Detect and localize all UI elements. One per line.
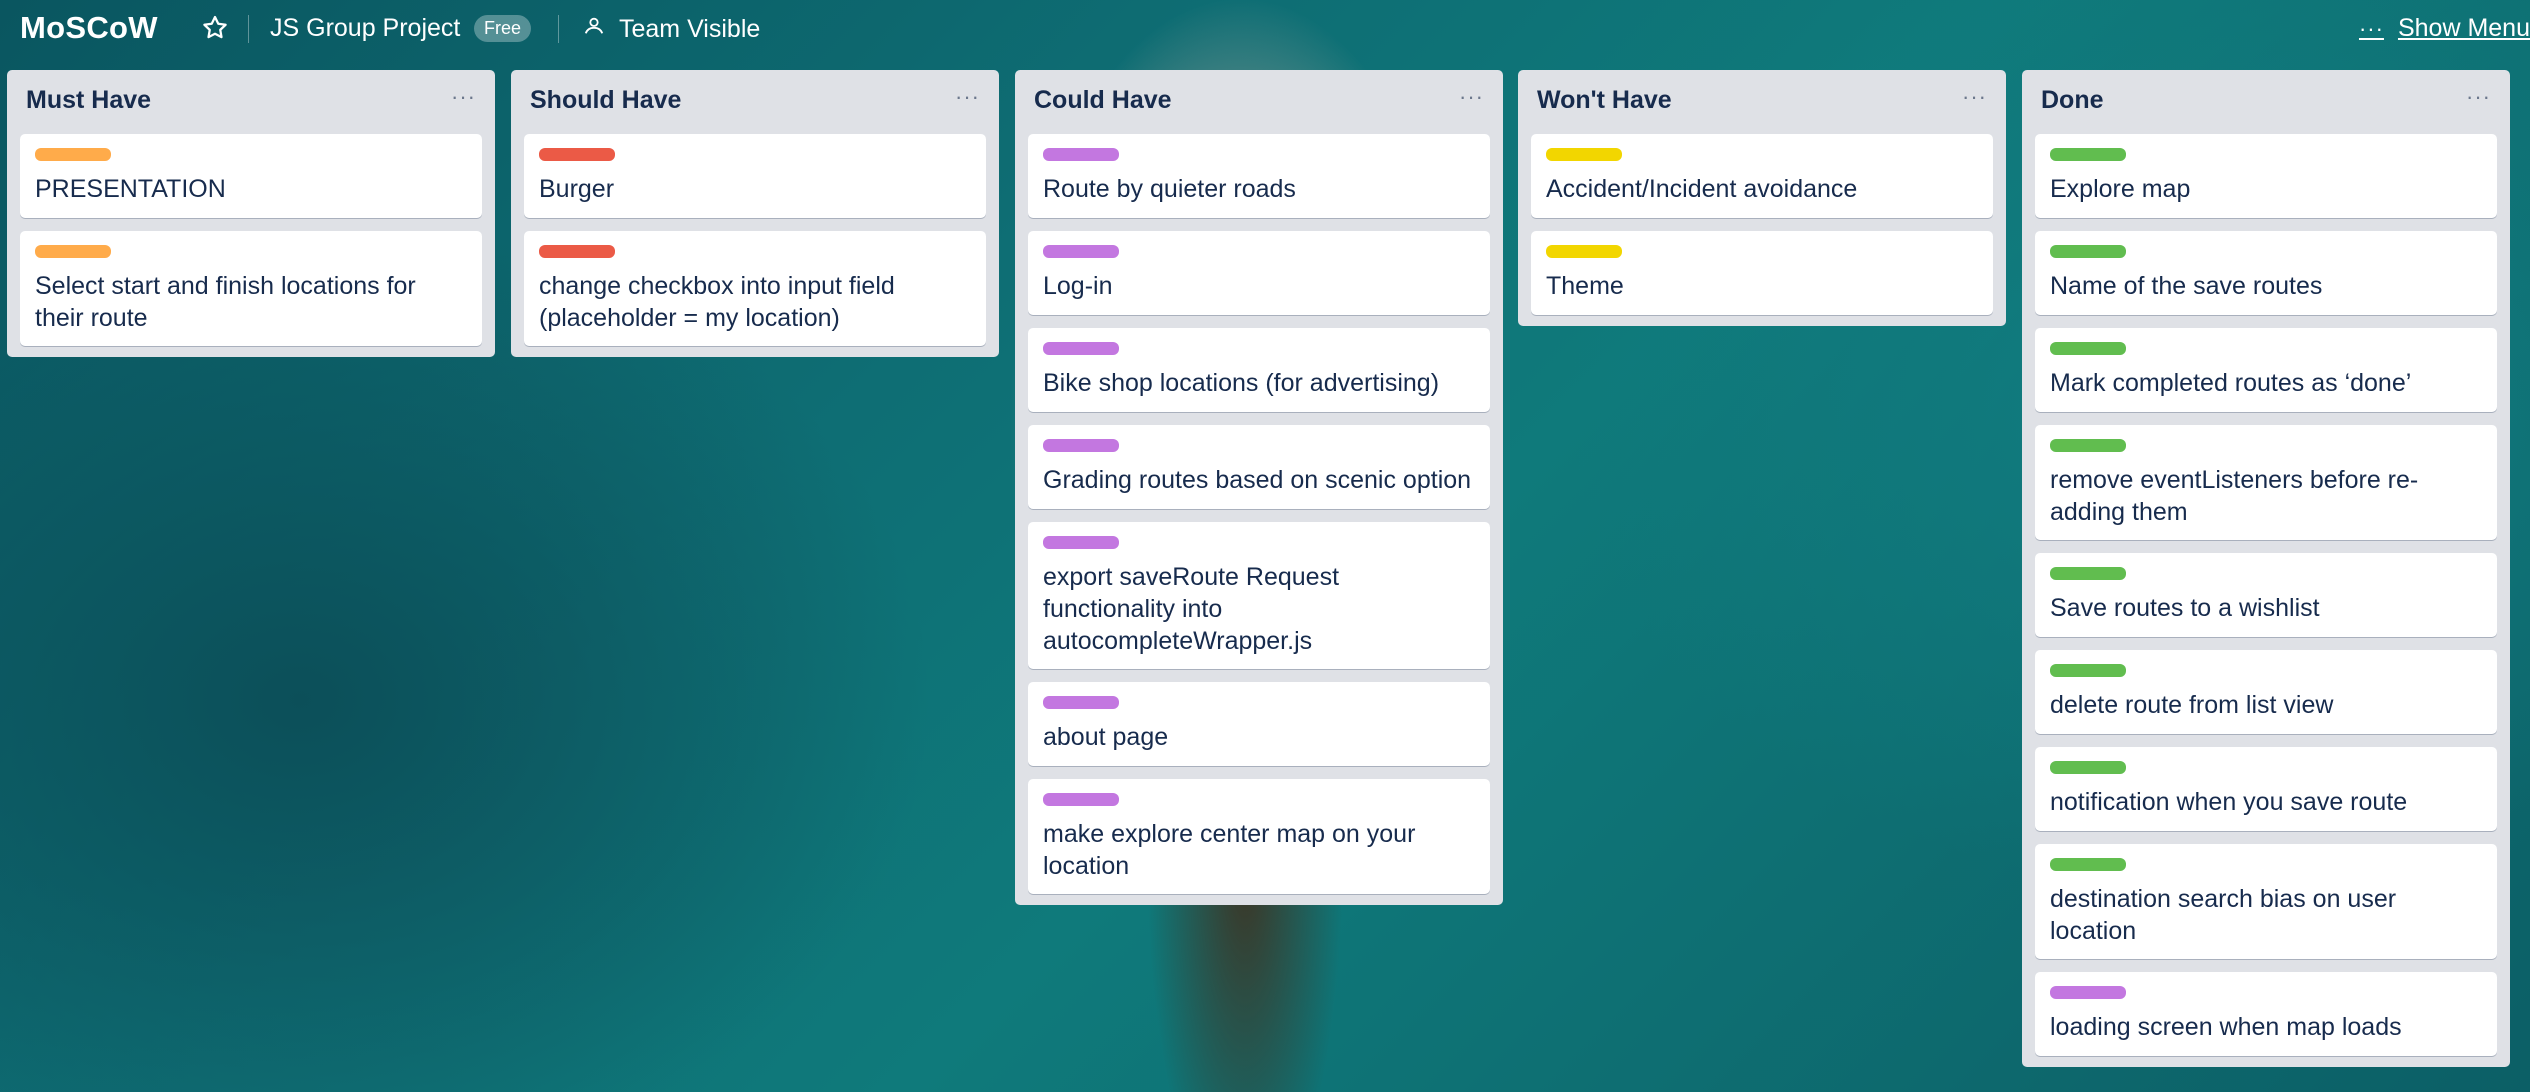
card-title: Theme (1546, 272, 1624, 300)
card-title: Bike shop locations (for advertising) (1043, 369, 1440, 397)
list-menu-icon[interactable]: ··· (1962, 84, 1987, 110)
visibility-label: Team Visible (619, 14, 761, 43)
card-label (2050, 439, 2126, 452)
card-title: notification when you save route (2050, 788, 2408, 816)
card-label (35, 245, 111, 258)
card-label (2050, 986, 2126, 999)
card-label (35, 148, 111, 161)
card-title: change checkbox into input field (placeh… (539, 272, 895, 332)
card-label (1043, 148, 1119, 161)
card-label (2050, 567, 2126, 580)
card-title: Name of the save routes (2050, 272, 2323, 300)
card[interactable]: Grading routes based on scenic option (1028, 425, 1490, 509)
card-title: PRESENTATION (35, 175, 226, 203)
card-title: about page (1043, 723, 1169, 751)
card[interactable]: Mark completed routes as ‘done’ (2035, 328, 2497, 412)
card-label (1043, 439, 1119, 452)
card[interactable]: Accident/Incident avoidance (1531, 134, 1993, 218)
list-menu-icon[interactable]: ··· (955, 84, 980, 110)
card-label (1043, 793, 1119, 806)
card-title: Select start and finish locations for th… (35, 272, 416, 332)
show-menu-label: Show Menu (2397, 14, 2530, 42)
list-menu-icon[interactable]: ··· (2466, 84, 2491, 110)
card[interactable]: export saveRoute Request functionality i… (1028, 522, 1490, 669)
card-title: Mark completed routes as ‘done’ (2050, 369, 2412, 397)
list-title[interactable]: Should Have (530, 86, 681, 115)
card-label (2050, 858, 2126, 871)
list-title[interactable]: Done (2041, 86, 2104, 115)
list-header: Done ··· (2035, 70, 2497, 134)
card-title: destination search bias on user location (2050, 885, 2397, 945)
card-label (2050, 342, 2126, 355)
card[interactable]: destination search bias on user location (2035, 844, 2497, 959)
card-label (2050, 664, 2126, 677)
card-title: make explore center map on your location (1043, 820, 1416, 880)
list-header: Should Have ··· (524, 70, 986, 134)
card[interactable]: Burger (524, 134, 986, 218)
card-title: Grading routes based on scenic option (1043, 466, 1472, 494)
visibility-button[interactable]: Team Visible (583, 12, 760, 46)
card-label (1043, 245, 1119, 258)
card-title: Route by quieter roads (1043, 175, 1296, 203)
list-wont-have: Won't Have ··· Accident/Incident avoidan… (1518, 70, 2006, 326)
list-header: Could Have ··· (1028, 70, 1490, 134)
list-header: Must Have ··· (20, 70, 482, 134)
card[interactable]: loading screen when map loads (2035, 972, 2497, 1056)
card-title: remove eventListeners before re-adding t… (2050, 466, 2419, 526)
card[interactable]: Theme (1531, 231, 1993, 315)
list-title[interactable]: Must Have (26, 86, 151, 115)
plan-badge: Free (474, 15, 532, 42)
list-could-have: Could Have ··· Route by quieter roads Lo… (1015, 70, 1503, 905)
header-divider (248, 15, 249, 43)
show-menu-button[interactable]: ··· Show Menu (2359, 14, 2530, 43)
team-name-button[interactable]: JS Group Project (270, 14, 460, 43)
card-title: Explore map (2050, 175, 2191, 203)
card[interactable]: Bike shop locations (for advertising) (1028, 328, 1490, 412)
list-done: Done ··· Explore map Name of the save ro… (2022, 70, 2510, 1067)
card[interactable]: notification when you save route (2035, 747, 2497, 831)
card-label (1546, 148, 1622, 161)
list-should-have: Should Have ··· Burger change checkbox i… (511, 70, 999, 357)
card-label (2050, 148, 2126, 161)
list-header: Won't Have ··· (1531, 70, 1993, 134)
more-icon: ··· (2358, 15, 2384, 41)
team-icon (583, 15, 619, 44)
card[interactable]: Save routes to a wishlist (2035, 553, 2497, 637)
list-title[interactable]: Won't Have (1537, 86, 1672, 115)
card-label (2050, 245, 2126, 258)
card[interactable]: change checkbox into input field (placeh… (524, 231, 986, 346)
card[interactable]: Select start and finish locations for th… (20, 231, 482, 346)
card[interactable]: delete route from list view (2035, 650, 2497, 734)
board-title[interactable]: MoSCoW (20, 10, 158, 46)
card[interactable]: Route by quieter roads (1028, 134, 1490, 218)
list-must-have: Must Have ··· PRESENTATION Select start … (7, 70, 495, 357)
card-label (1043, 536, 1119, 549)
card-title: Save routes to a wishlist (2050, 594, 2320, 622)
card-label (1043, 342, 1119, 355)
card[interactable]: PRESENTATION (20, 134, 482, 218)
card[interactable]: make explore center map on your location (1028, 779, 1490, 894)
card[interactable]: Explore map (2035, 134, 2497, 218)
card-title: loading screen when map loads (2050, 1013, 2402, 1041)
card-title: Log-in (1043, 272, 1113, 300)
header-divider (558, 15, 559, 43)
card[interactable]: Log-in (1028, 231, 1490, 315)
card[interactable]: remove eventListeners before re-adding t… (2035, 425, 2497, 540)
card[interactable]: Name of the save routes (2035, 231, 2497, 315)
list-menu-icon[interactable]: ··· (451, 84, 476, 110)
card-label (1546, 245, 1622, 258)
list-title[interactable]: Could Have (1034, 86, 1172, 115)
card-label (539, 148, 615, 161)
card-label (2050, 761, 2126, 774)
list-menu-icon[interactable]: ··· (1459, 84, 1484, 110)
card-title: Accident/Incident avoidance (1546, 175, 1858, 203)
star-icon[interactable] (200, 13, 230, 43)
card-title: delete route from list view (2050, 691, 2334, 719)
board-header: MoSCoW JS Group Project Free Team Visibl… (0, 0, 2530, 58)
card-title: Burger (539, 175, 615, 203)
card[interactable]: about page (1028, 682, 1490, 766)
card-label (1043, 696, 1119, 709)
card-title: export saveRoute Request functionality i… (1043, 563, 1340, 655)
card-label (539, 245, 615, 258)
